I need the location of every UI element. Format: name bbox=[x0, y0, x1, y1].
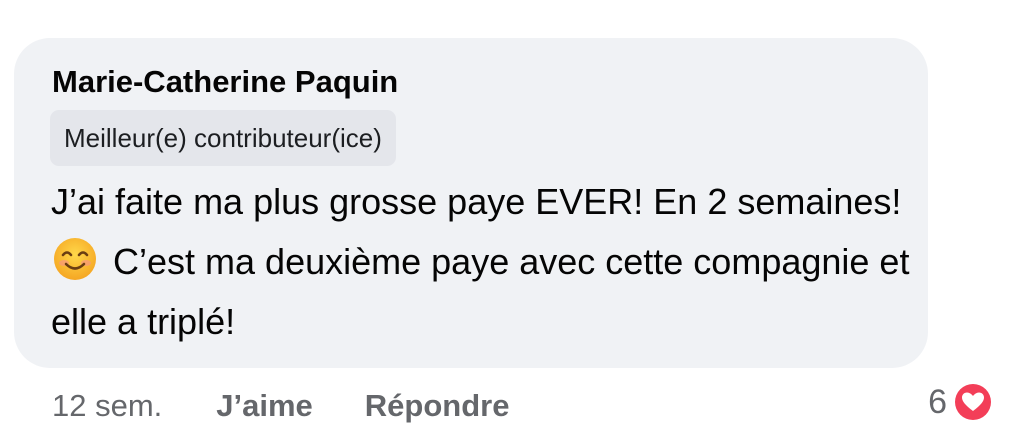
like-button[interactable]: J’aime bbox=[216, 388, 313, 424]
comment-text-part2: C’est ma deuxième paye avec cette compag… bbox=[51, 241, 910, 342]
author-name[interactable]: Marie-Catherine Paquin bbox=[52, 64, 398, 100]
contributor-badge-label: Meilleur(e) contributeur(ice) bbox=[64, 122, 382, 153]
contributor-badge: Meilleur(e) contributeur(ice) bbox=[50, 110, 396, 166]
comment-text-part1: J’ai faite ma plus grosse paye EVER! En … bbox=[51, 181, 902, 222]
reaction-count: 6 bbox=[928, 382, 947, 421]
reactions-summary[interactable]: 6 bbox=[928, 378, 995, 426]
reply-button[interactable]: Répondre bbox=[365, 388, 510, 424]
heart-reaction-icon bbox=[951, 380, 995, 424]
smiling-face-emoji-icon bbox=[53, 237, 97, 281]
comment-text: J’ai faite ma plus grosse paye EVER! En … bbox=[51, 172, 911, 352]
comment-timestamp[interactable]: 12 sem. bbox=[52, 388, 162, 424]
comment-actions: 12 sem. J’aime Répondre bbox=[52, 384, 509, 428]
